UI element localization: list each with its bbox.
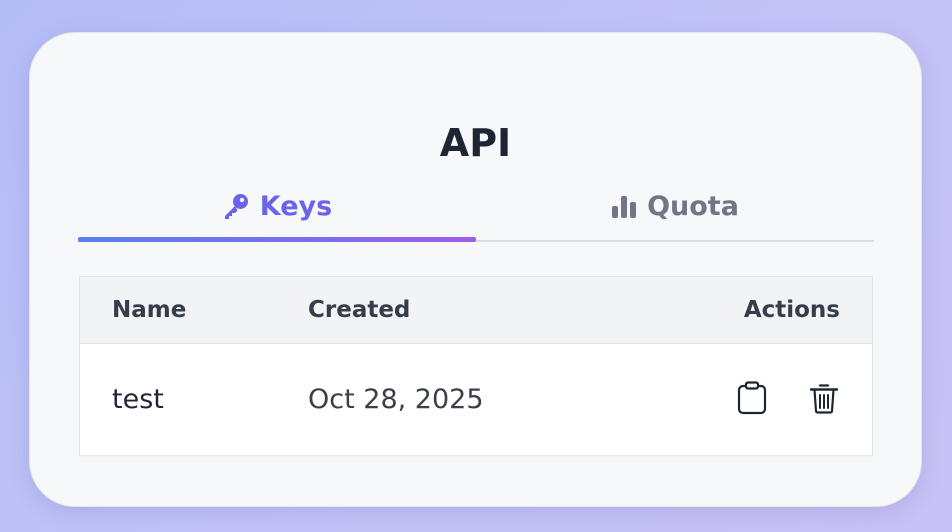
key-name: test xyxy=(112,384,164,415)
active-tab-indicator xyxy=(78,237,476,242)
api-keys-table: Name Created Actions test Oct 28, 2025 xyxy=(79,276,873,456)
tab-quota[interactable]: Quota xyxy=(476,180,874,232)
clipboard-icon xyxy=(736,381,768,419)
column-header-actions: Actions xyxy=(743,297,840,323)
tab-keys-label: Keys xyxy=(259,190,333,222)
key-icon xyxy=(222,192,250,220)
page-title: API xyxy=(439,121,512,165)
bar-chart-icon xyxy=(611,193,637,219)
column-header-created: Created xyxy=(308,297,411,323)
trash-icon xyxy=(809,382,839,418)
delete-key-button[interactable] xyxy=(804,380,844,420)
table-header: Name Created Actions xyxy=(80,277,872,344)
tab-keys[interactable]: Keys xyxy=(78,180,476,232)
table-row: test Oct 28, 2025 xyxy=(80,344,872,456)
column-header-name: Name xyxy=(112,297,187,323)
tab-bar: Keys Quota xyxy=(78,180,874,242)
tab-quota-label: Quota xyxy=(647,190,739,222)
copy-key-button[interactable] xyxy=(732,380,772,420)
key-created-date: Oct 28, 2025 xyxy=(308,384,484,415)
